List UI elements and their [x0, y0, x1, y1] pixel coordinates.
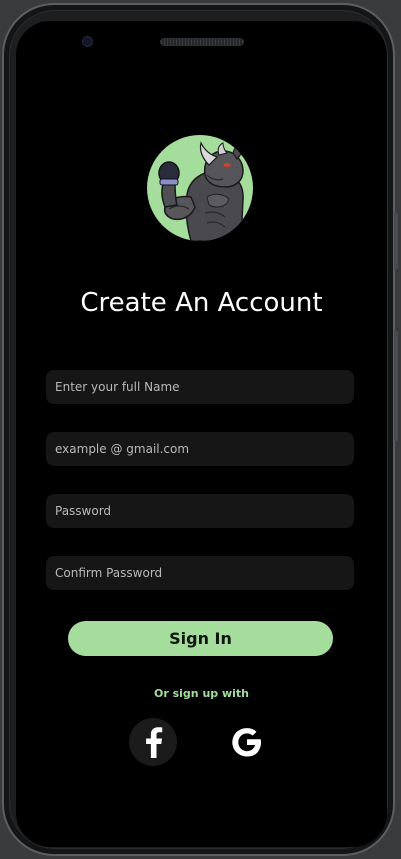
page-title: Create An Account [80, 288, 323, 318]
social-divider-label: Or sign up with [153, 687, 249, 700]
front-camera [82, 36, 93, 47]
sign-in-button[interactable]: Sign In [68, 621, 333, 656]
confirm-password-field[interactable] [46, 556, 354, 590]
rhino-mascot-icon [158, 141, 246, 241]
email-field[interactable] [46, 432, 354, 466]
google-button[interactable] [223, 718, 271, 766]
rhino-logo [147, 135, 253, 241]
password-input[interactable] [55, 504, 345, 518]
earpiece-speaker [160, 38, 244, 46]
fullname-field[interactable] [46, 370, 354, 404]
power-button [394, 331, 398, 441]
fullname-input[interactable] [55, 380, 345, 394]
volume-button [394, 213, 398, 269]
email-input[interactable] [55, 442, 345, 456]
app-screen: Create An Account Sign In Or sign up wit… [16, 21, 387, 847]
phone-frame: Create An Account Sign In Or sign up wit… [2, 3, 398, 856]
facebook-icon [146, 727, 163, 758]
facebook-button[interactable] [129, 718, 177, 766]
password-field[interactable] [46, 494, 354, 528]
confirm-password-input[interactable] [55, 566, 345, 580]
google-icon [232, 728, 261, 757]
